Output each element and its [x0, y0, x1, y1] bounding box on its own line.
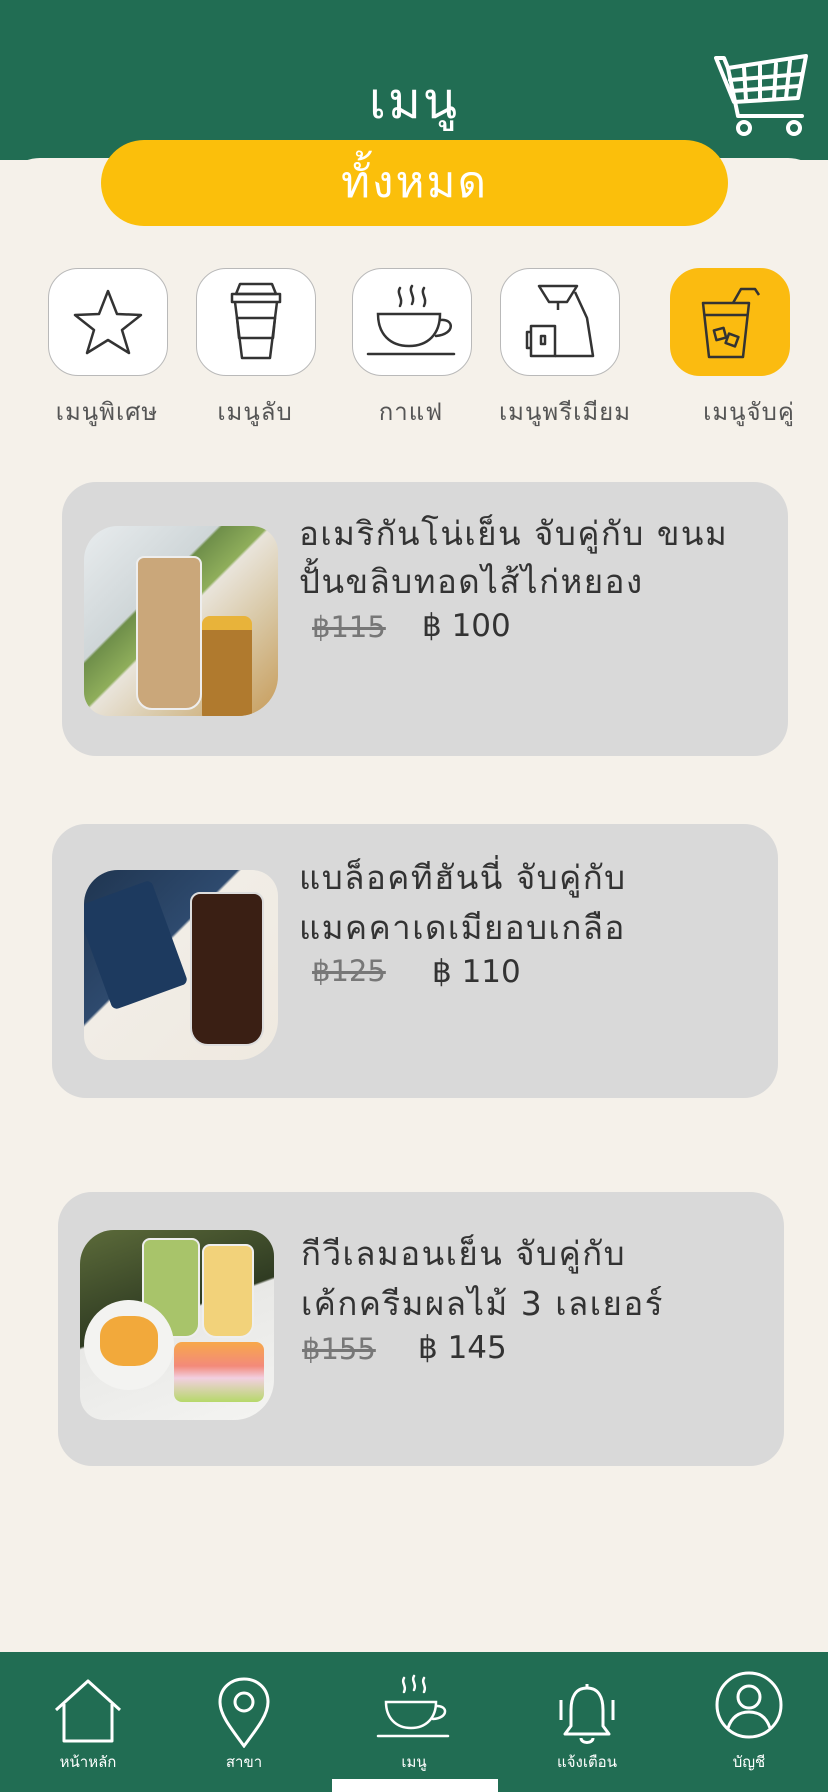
coffee-cup-icon: [376, 1674, 450, 1738]
sale-price: ฿ 110: [432, 954, 521, 990]
location-pin-icon: [218, 1677, 270, 1748]
category-label: เมนูพิเศษ: [55, 398, 159, 426]
product-image: [84, 526, 278, 716]
all-filter-button[interactable]: ทั้งหมด: [101, 140, 728, 226]
category-coffee-button[interactable]: [352, 268, 472, 376]
menu-item-card[interactable]: แบล็อคทีฮันนี่ จับคู่กับ แมคคาเดเมียอบเก…: [52, 824, 778, 1098]
cart-icon[interactable]: [714, 48, 810, 140]
nav-notifications[interactable]: แจ้งเตือน: [527, 1652, 647, 1792]
original-price: ฿115: [312, 610, 386, 644]
nav-home[interactable]: หน้าหลัก: [28, 1652, 148, 1792]
takeaway-cup-icon: [230, 282, 282, 360]
sale-price: ฿ 145: [418, 1330, 507, 1366]
category-label: เมนูพรีเมียม: [498, 398, 632, 426]
nav-label: บัญชี: [732, 1753, 766, 1771]
home-icon: [54, 1679, 122, 1743]
nav-label: เมนู: [401, 1753, 427, 1771]
bottom-navigation: หน้าหลัก สาขา เมนู แจ้งเตือน บัญชี: [0, 1652, 828, 1792]
category-premium-button[interactable]: [500, 268, 620, 376]
product-image: [80, 1230, 274, 1420]
nav-menu[interactable]: เมนู: [354, 1652, 474, 1792]
app-header: เมนู: [0, 0, 828, 160]
nav-account[interactable]: บัญชี: [689, 1652, 809, 1792]
nav-label: สาขา: [225, 1753, 263, 1771]
category-label: เมนูจับคู่: [703, 398, 795, 426]
item-title-line2: แมคคาเดเมียอบเกลือ: [299, 908, 626, 947]
category-special-button[interactable]: [48, 268, 168, 376]
page-title: เมนู: [368, 72, 460, 130]
nav-label: หน้าหลัก: [59, 1753, 117, 1771]
bell-icon: [559, 1684, 615, 1744]
iced-drink-icon: [701, 287, 761, 359]
coffee-cup-icon: [366, 284, 456, 356]
category-label: กาแฟ: [378, 398, 444, 426]
user-icon: [715, 1671, 783, 1739]
sale-price: ฿ 100: [422, 608, 511, 644]
home-indicator: [332, 1779, 498, 1792]
category-secret-button[interactable]: [196, 268, 316, 376]
drip-coffee-icon: [525, 284, 595, 358]
item-title-line1: แบล็อคทีฮันนี่ จับคู่กับ: [299, 858, 627, 897]
star-icon: [73, 289, 143, 355]
product-image: [84, 870, 278, 1060]
original-price: ฿125: [312, 954, 386, 988]
nav-label: แจ้งเตือน: [557, 1753, 617, 1771]
item-title-line1: กีวีเลมอนเย็น จับคู่กับ: [301, 1234, 627, 1273]
item-title-line2: ปั้นขลิบทอดไส้ไก่หยอง: [299, 562, 644, 601]
original-price: ฿155: [302, 1332, 376, 1366]
menu-item-card[interactable]: อเมริกันโน่เย็น จับคู่กับ ขนม ปั้นขลิบทอ…: [62, 482, 788, 756]
item-title-line1: อเมริกันโน่เย็น จับคู่กับ ขนม: [299, 514, 729, 553]
item-title-line2: เค้กครีมผลไม้ 3 เลเยอร์: [301, 1284, 664, 1323]
category-label: เมนูลับ: [217, 398, 293, 426]
category-pairing-button[interactable]: [670, 268, 790, 376]
nav-branches[interactable]: สาขา: [184, 1652, 304, 1792]
menu-item-card[interactable]: กีวีเลมอนเย็น จับคู่กับ เค้กครีมผลไม้ 3 …: [58, 1192, 784, 1466]
